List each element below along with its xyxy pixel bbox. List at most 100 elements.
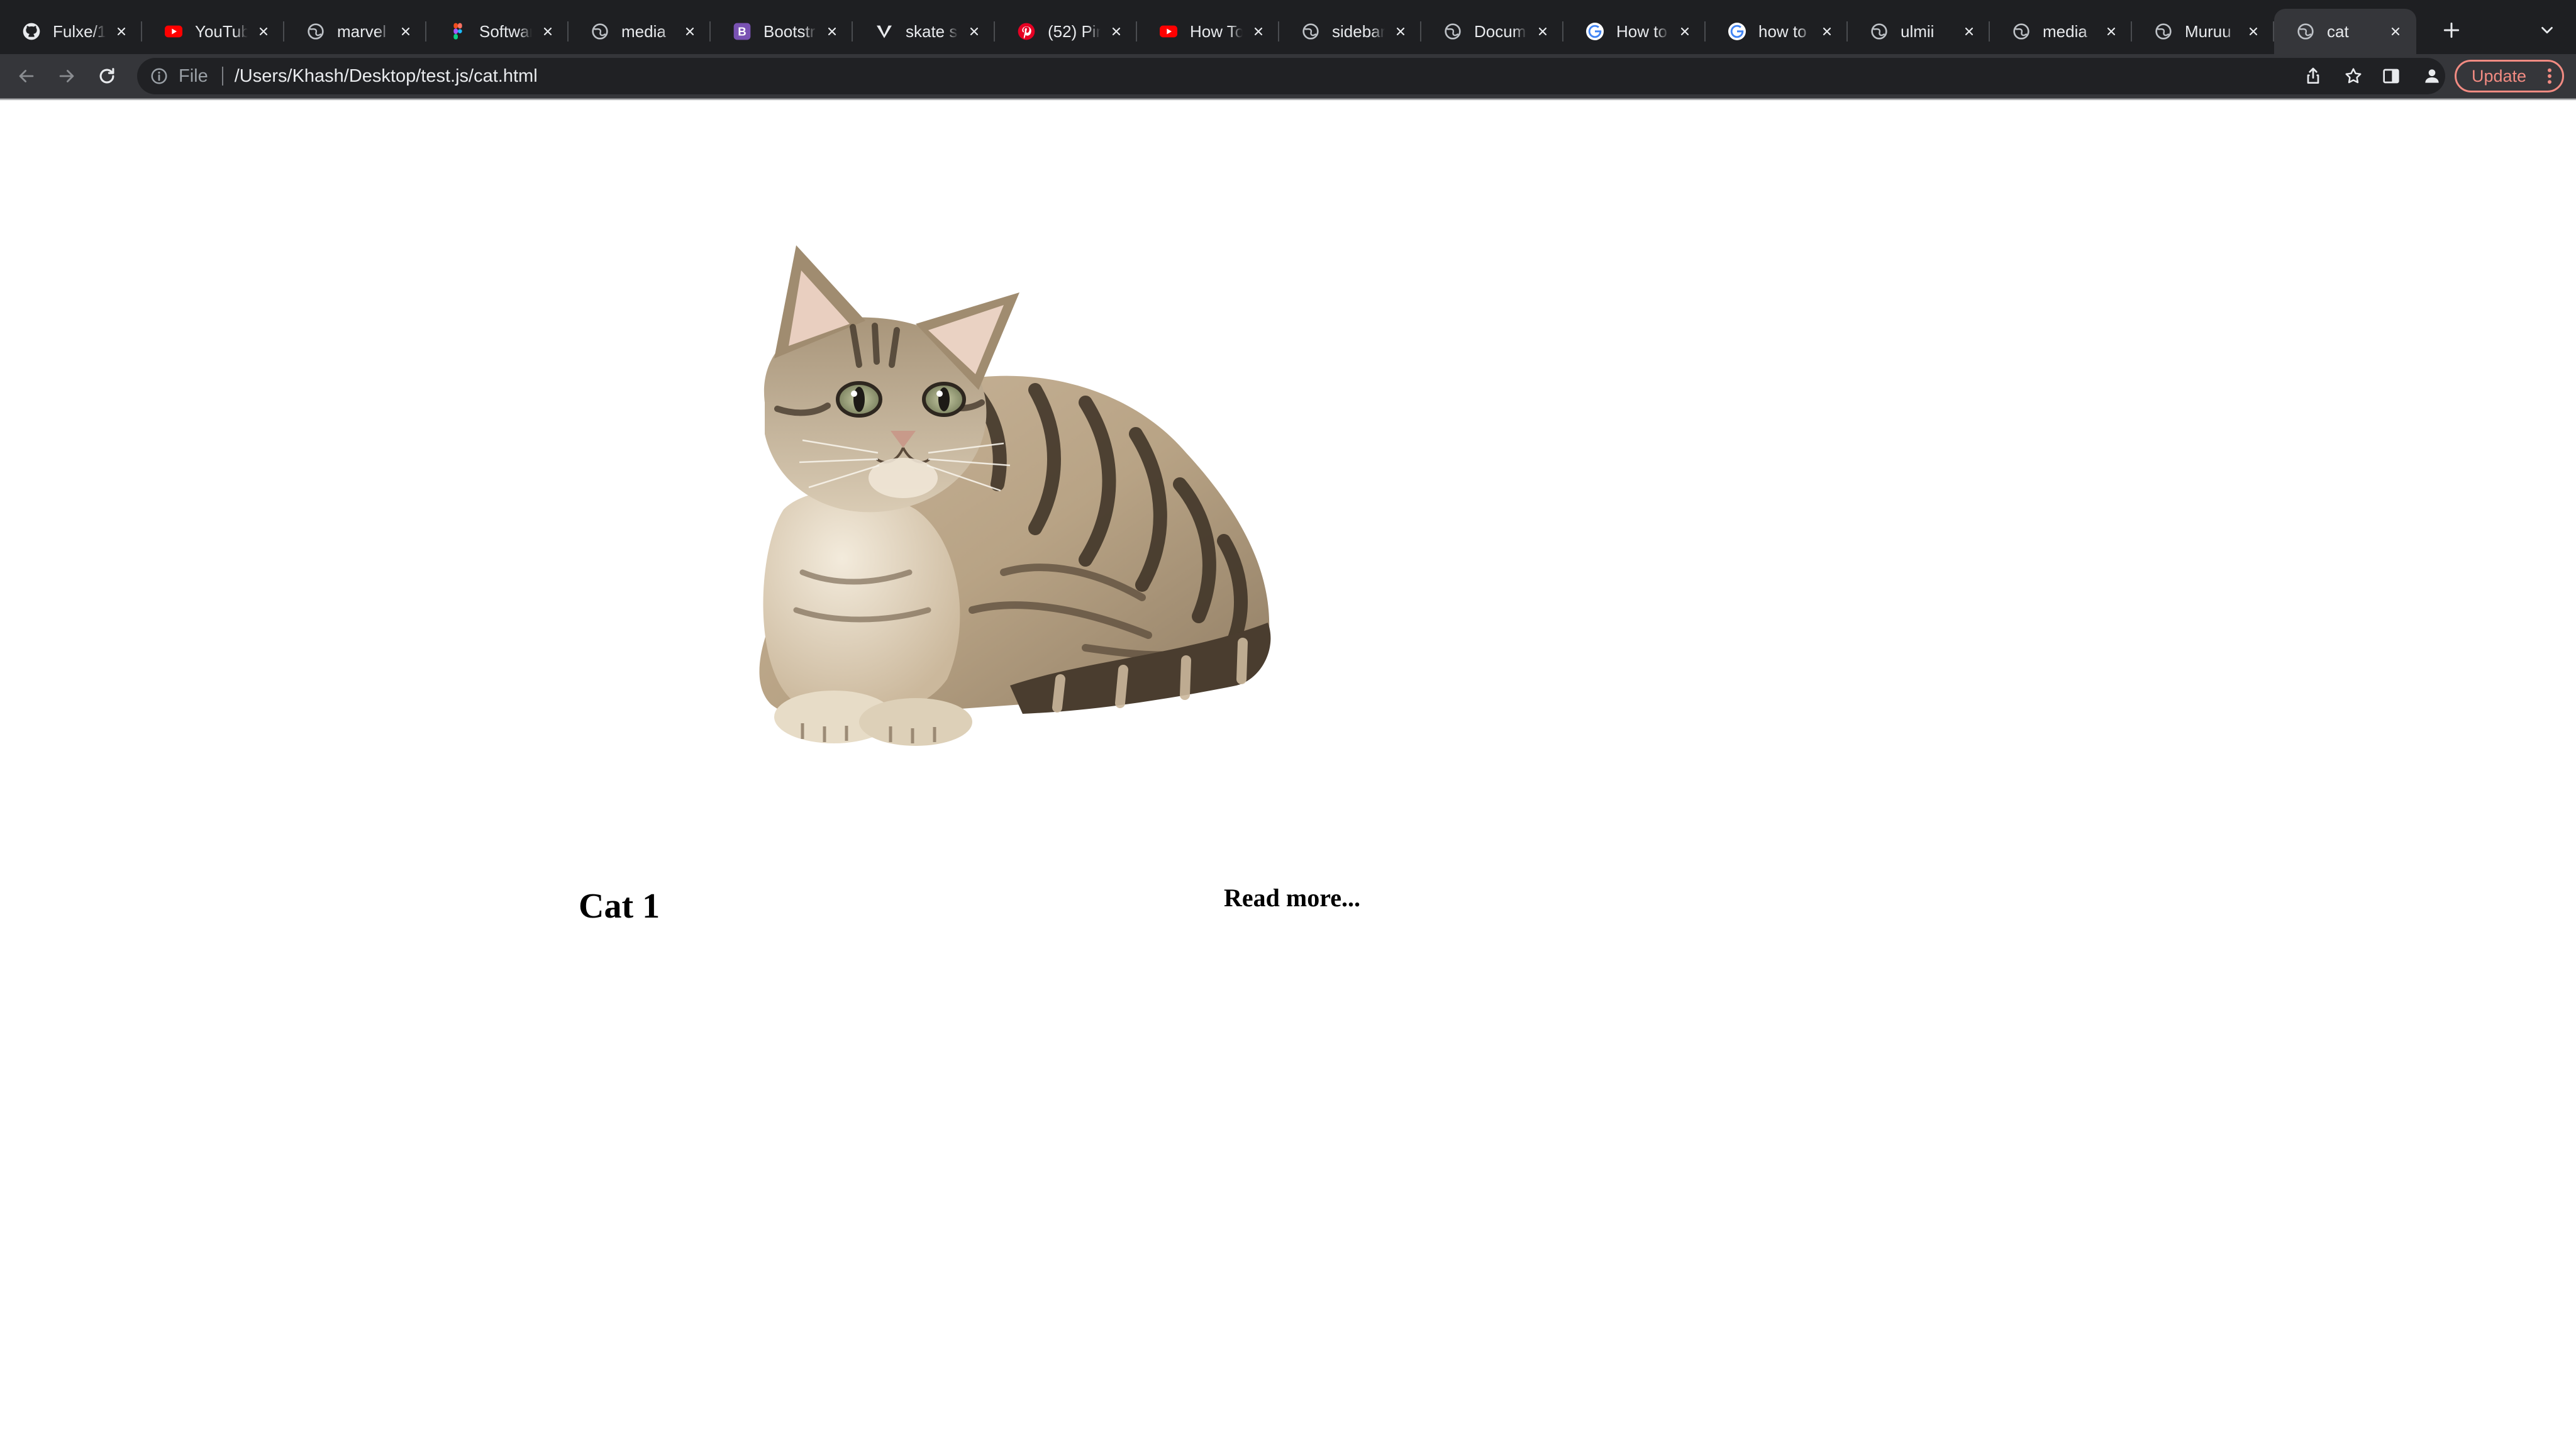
cat-image	[708, 245, 1293, 811]
tab-close-icon[interactable]	[1818, 22, 1836, 41]
tab-close-icon[interactable]	[965, 22, 984, 41]
toolbar: File /Users/Khash/Desktop/test.js/cat.ht…	[0, 54, 2576, 98]
globe-icon	[2296, 21, 2316, 42]
globe-icon	[2011, 21, 2031, 42]
google-icon	[1727, 21, 1747, 42]
pinterest-icon	[1016, 21, 1036, 42]
info-icon	[151, 68, 167, 84]
tab-close-icon[interactable]	[2244, 22, 2263, 41]
github-icon	[21, 21, 42, 42]
tab-item[interactable]: ulmii	[1848, 9, 1990, 54]
tab-title: marvel	[337, 21, 387, 41]
tab-close-icon[interactable]	[112, 22, 131, 41]
tab-title: Software	[479, 21, 532, 41]
tab-item[interactable]: how to m	[1706, 9, 1848, 54]
google-icon	[1585, 21, 1605, 42]
tab-item[interactable]: skate sh	[853, 9, 995, 54]
tab-close-icon[interactable]	[823, 22, 841, 41]
arrow-right-icon	[59, 70, 74, 82]
tab-item[interactable]: Docume	[1421, 9, 1563, 54]
tab-item[interactable]: Muruu	[2132, 9, 2274, 54]
tab-title: cat	[2327, 21, 2349, 41]
cat-picture-graphic	[759, 245, 1271, 746]
tab-title: YouTube	[195, 21, 248, 41]
tab-title: media	[621, 21, 666, 41]
back-button[interactable]	[13, 62, 40, 90]
globe-icon	[2153, 21, 2174, 42]
chevron-down-icon	[2541, 26, 2553, 34]
profile-icon	[2425, 69, 2439, 83]
tab-item[interactable]: B Bootstra	[711, 9, 853, 54]
tab-item[interactable]: media	[1990, 9, 2132, 54]
update-label: Update	[2472, 66, 2527, 86]
tab-title: ulmii	[1901, 21, 1935, 41]
tab-item[interactable]: YouTube	[142, 9, 284, 54]
tab-item[interactable]: media	[569, 9, 711, 54]
tab-title: Bootstra	[763, 21, 816, 41]
tab-close-icon[interactable]	[254, 22, 273, 41]
reload-button[interactable]	[93, 62, 121, 90]
profile-button[interactable]	[2418, 62, 2446, 90]
share-icon	[2307, 67, 2319, 84]
tab-close-icon[interactable]	[1391, 22, 1410, 41]
share-button[interactable]	[2299, 58, 2327, 94]
globe-icon	[1301, 21, 1321, 42]
side-panel-icon	[2383, 69, 2399, 84]
youtube-icon	[1158, 21, 1179, 42]
url-divider	[221, 67, 223, 86]
globe-icon	[1869, 21, 1889, 42]
tab-close-icon[interactable]	[396, 22, 415, 41]
tab-title: Muruu	[2185, 21, 2231, 41]
tab-title: How to n	[1616, 21, 1669, 41]
site-info-icon[interactable]	[148, 65, 170, 87]
tab-close-icon[interactable]	[2102, 22, 2121, 41]
forward-button[interactable]	[53, 62, 80, 90]
tab-item[interactable]: Software	[426, 9, 569, 54]
tab-close-icon[interactable]	[680, 22, 699, 41]
url-text[interactable]: /Users/Khash/Desktop/test.js/cat.html	[235, 66, 538, 87]
tab-title: How To I	[1190, 21, 1243, 41]
tab-item[interactable]: marvel	[284, 9, 426, 54]
tab-item[interactable]: Fulxe/1-	[0, 9, 142, 54]
tab-close-icon[interactable]	[1249, 22, 1268, 41]
read-more-link[interactable]: Read more...	[1224, 883, 1360, 913]
bootstrap-icon: B	[732, 21, 752, 42]
page-viewport: Cat 1 Read more...	[0, 101, 2576, 1449]
address-bar[interactable]: File /Users/Khash/Desktop/test.js/cat.ht…	[137, 58, 2445, 94]
bookmark-button[interactable]	[2340, 58, 2367, 94]
kebab-menu-icon	[2548, 68, 2551, 84]
tab-close-icon[interactable]	[538, 22, 557, 41]
plus-icon	[2443, 22, 2460, 38]
reload-icon	[99, 68, 114, 84]
new-tab-button[interactable]	[2438, 16, 2465, 44]
vercel-icon	[874, 21, 894, 42]
tab-title: Fulxe/1-	[53, 21, 106, 41]
tab-title: media	[2043, 21, 2087, 41]
globe-icon	[306, 21, 326, 42]
tab-close-icon[interactable]	[1675, 22, 1694, 41]
tab-title: skate sh	[906, 21, 958, 41]
tab-item[interactable]: (52) Pint	[995, 9, 1137, 54]
globe-icon	[1443, 21, 1463, 42]
tab-search-button[interactable]	[2534, 16, 2560, 44]
star-icon	[2345, 68, 2362, 84]
tab-close-icon[interactable]	[1533, 22, 1552, 41]
tab-close-icon[interactable]	[2386, 22, 2405, 41]
tab-item[interactable]: How to n	[1563, 9, 1706, 54]
tab-close-icon[interactable]	[1107, 22, 1126, 41]
tab-active[interactable]: cat	[2274, 9, 2416, 54]
tab-title: sidebar	[1332, 21, 1385, 41]
tab-close-icon[interactable]	[1960, 22, 1979, 41]
card-title: Cat 1	[579, 887, 660, 926]
update-button[interactable]: Update	[2455, 60, 2564, 92]
browser-window: Fulxe/1- YouTube marvel Software media B Boots…	[0, 0, 2576, 1449]
tab-item[interactable]: How To I	[1137, 9, 1279, 54]
arrow-left-icon	[19, 70, 34, 82]
tab-item[interactable]: sidebar	[1279, 9, 1421, 54]
figma-icon	[448, 21, 468, 42]
side-panel-button[interactable]	[2377, 62, 2405, 90]
youtube-icon	[164, 21, 184, 42]
url-scheme-label: File	[179, 65, 208, 86]
tab-title: (52) Pint	[1048, 21, 1101, 41]
svg-text:B: B	[738, 25, 746, 38]
